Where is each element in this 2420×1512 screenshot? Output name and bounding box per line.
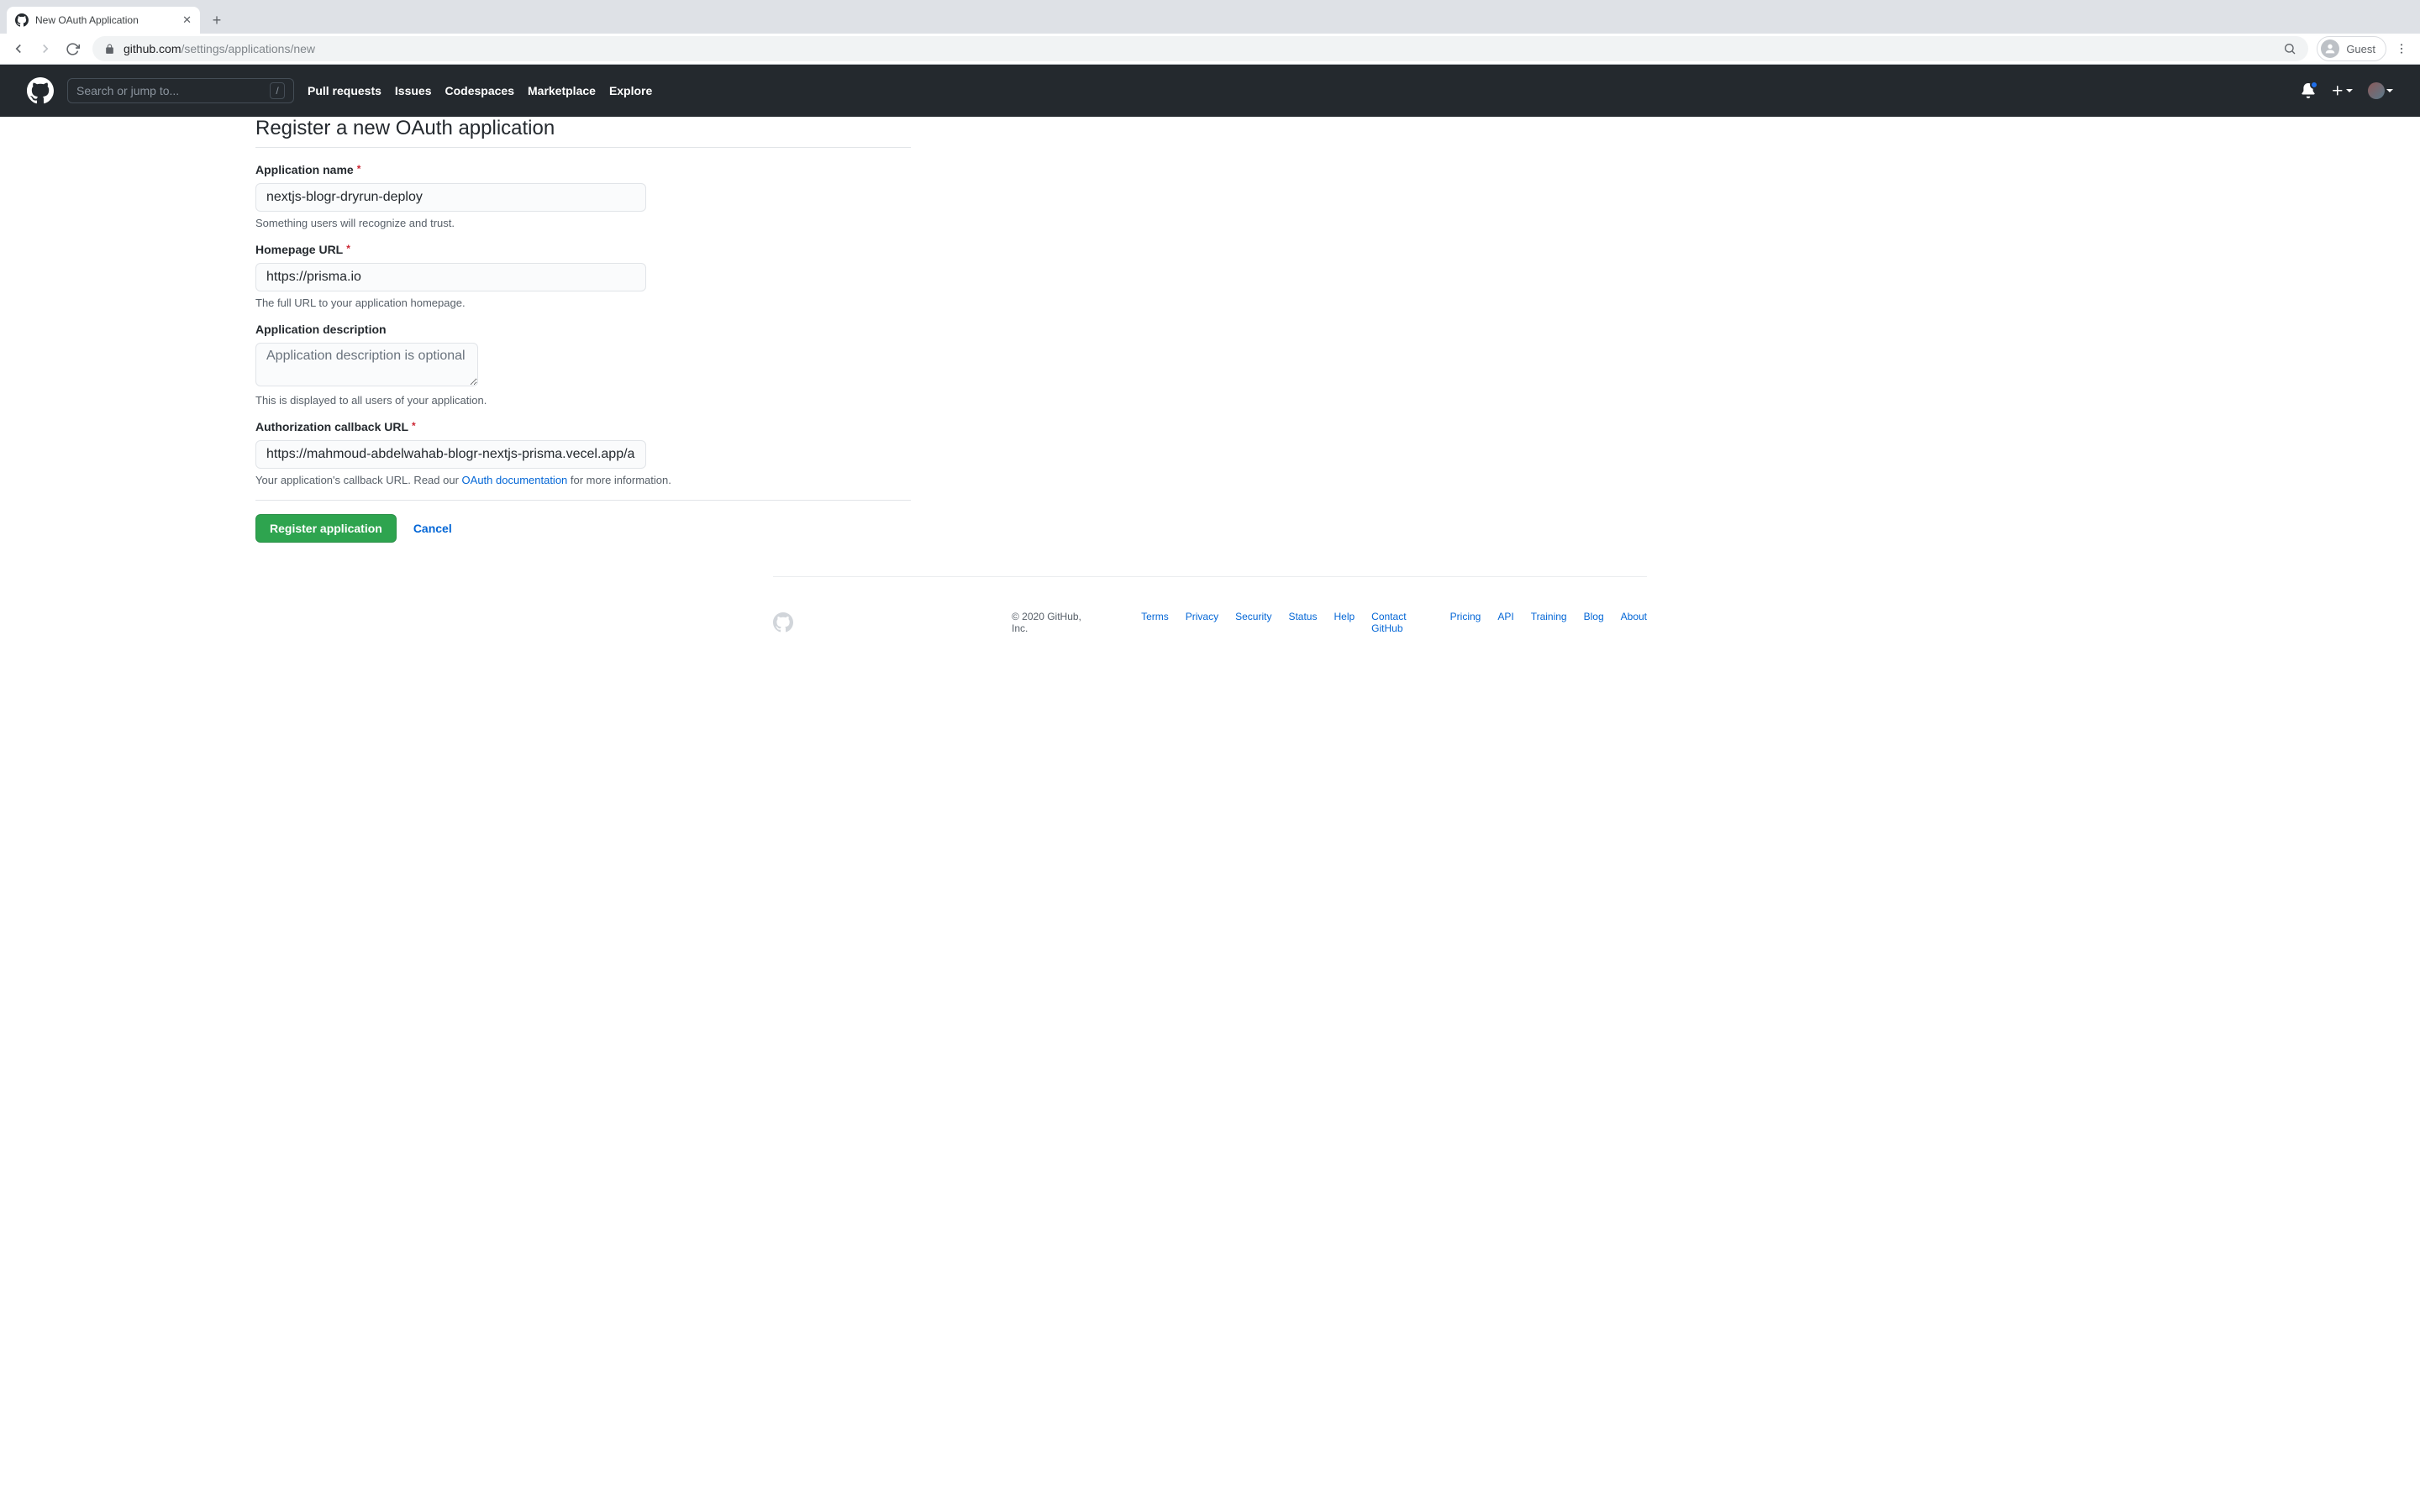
user-avatar-icon [2368, 82, 2385, 99]
cancel-button[interactable]: Cancel [413, 522, 452, 535]
hint-homepage-url: The full URL to your application homepag… [255, 297, 911, 309]
footer-link-api[interactable]: API [1497, 611, 1513, 634]
browser-tab[interactable]: New OAuth Application ✕ [7, 7, 200, 34]
chevron-down-icon [2346, 89, 2353, 92]
field-application-name: Application name* Something users will r… [255, 163, 911, 229]
footer-link-security[interactable]: Security [1235, 611, 1271, 634]
create-new-dropdown[interactable] [2331, 84, 2353, 97]
register-application-button[interactable]: Register application [255, 514, 397, 543]
footer-links: Terms Privacy Security Status Help Conta… [1141, 611, 1647, 634]
profile-chip[interactable]: Guest [2317, 36, 2386, 61]
browser-toolbar: github.com/settings/applications/new Gue… [0, 34, 2420, 64]
form-actions: Register application Cancel [255, 500, 911, 543]
footer-link-about[interactable]: About [1621, 611, 1647, 634]
label-homepage-url: Homepage URL* [255, 243, 911, 256]
required-star-icon: * [357, 163, 361, 175]
nav-marketplace[interactable]: Marketplace [528, 84, 596, 97]
guest-avatar-icon [2321, 39, 2339, 58]
field-homepage-url: Homepage URL* The full URL to your appli… [255, 243, 911, 309]
input-homepage-url[interactable] [255, 263, 646, 291]
new-tab-button[interactable]: + [205, 8, 229, 32]
label-description: Application description [255, 323, 911, 336]
label-callback-url: Authorization callback URL* [255, 420, 911, 433]
browser-chrome: New OAuth Application ✕ + github.com/set… [0, 0, 2420, 65]
forward-button[interactable] [34, 37, 57, 60]
url-text: github.com/settings/applications/new [124, 42, 315, 55]
footer-link-contact[interactable]: Contact GitHub [1371, 611, 1433, 634]
footer-link-pricing[interactable]: Pricing [1450, 611, 1481, 634]
footer: © 2020 GitHub, Inc. Terms Privacy Securi… [773, 576, 1647, 668]
hint-application-name: Something users will recognize and trust… [255, 217, 911, 229]
label-application-name: Application name* [255, 163, 911, 176]
input-callback-url[interactable] [255, 440, 646, 469]
footer-link-blog[interactable]: Blog [1584, 611, 1604, 634]
notification-dot-icon [2310, 81, 2318, 89]
reload-button[interactable] [60, 37, 84, 60]
required-star-icon: * [412, 420, 416, 432]
header-right [2301, 82, 2393, 99]
slash-key-icon: / [270, 82, 285, 99]
close-tab-icon[interactable]: ✕ [182, 13, 192, 27]
main-content: Register a new OAuth application Applica… [255, 117, 911, 543]
footer-link-terms[interactable]: Terms [1141, 611, 1169, 634]
input-application-name[interactable] [255, 183, 646, 212]
input-description[interactable] [255, 343, 478, 386]
page-title: Register a new OAuth application [255, 117, 911, 148]
footer-copyright: © 2020 GitHub, Inc. [1012, 611, 1099, 634]
browser-menu-icon[interactable] [2390, 37, 2413, 60]
hint-description: This is displayed to all users of your a… [255, 394, 911, 407]
nav-explore[interactable]: Explore [609, 84, 652, 97]
oauth-docs-link[interactable]: OAuth documentation [462, 474, 568, 486]
chevron-down-icon [2386, 89, 2393, 92]
footer-link-help[interactable]: Help [1334, 611, 1355, 634]
user-menu-dropdown[interactable] [2368, 82, 2393, 99]
footer-link-privacy[interactable]: Privacy [1186, 611, 1218, 634]
footer-link-status[interactable]: Status [1288, 611, 1317, 634]
address-bar[interactable]: github.com/settings/applications/new [92, 36, 2308, 61]
nav-codespaces[interactable]: Codespaces [445, 84, 514, 97]
tab-bar: New OAuth Application ✕ + [0, 0, 2420, 34]
field-callback-url: Authorization callback URL* Your applica… [255, 420, 911, 486]
tab-title: New OAuth Application [35, 14, 139, 26]
github-footer-logo-icon[interactable] [773, 612, 793, 633]
field-description: Application description This is displaye… [255, 323, 911, 407]
github-logo-icon[interactable] [27, 77, 54, 104]
lock-icon [104, 44, 115, 55]
github-favicon-icon [15, 13, 29, 27]
notifications-icon[interactable] [2301, 83, 2316, 98]
footer-link-training[interactable]: Training [1531, 611, 1567, 634]
primary-nav: Pull requests Issues Codespaces Marketpl… [308, 84, 652, 97]
nav-issues[interactable]: Issues [395, 84, 432, 97]
required-star-icon: * [346, 243, 350, 255]
zoom-icon[interactable] [2283, 42, 2296, 55]
nav-pull-requests[interactable]: Pull requests [308, 84, 381, 97]
search-input[interactable]: Search or jump to... / [67, 78, 294, 103]
hint-callback-url: Your application's callback URL. Read ou… [255, 474, 911, 486]
github-header: Search or jump to... / Pull requests Iss… [0, 65, 2420, 117]
back-button[interactable] [7, 37, 30, 60]
